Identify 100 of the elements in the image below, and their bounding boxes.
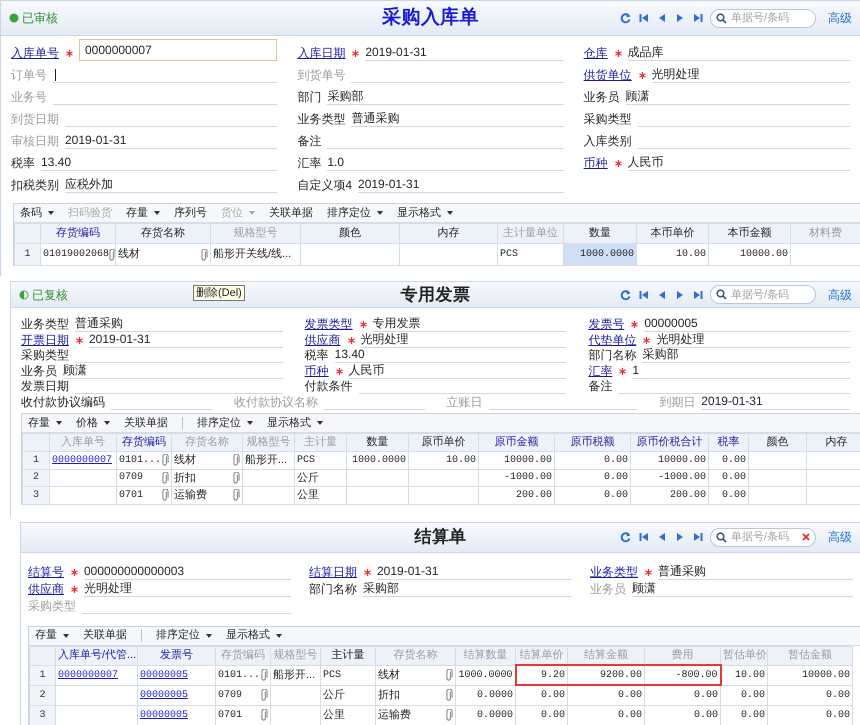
toolbar-button[interactable]: 显示格式 — [226, 627, 282, 644]
paperclip-icon[interactable] — [233, 472, 240, 484]
paperclip-icon[interactable] — [261, 689, 268, 701]
input-field[interactable]: 000000000000003 — [84, 564, 291, 580]
input-field[interactable]: 人民币 — [628, 155, 850, 171]
input-field[interactable]: 2019-01-31 — [89, 332, 283, 348]
toolbar-button[interactable]: 关联单据 — [124, 414, 168, 432]
input-field[interactable]: 光明处理 — [656, 332, 850, 348]
column-header[interactable]: 本币金额 — [708, 224, 790, 244]
field-label[interactable]: 发票号 — [588, 317, 624, 332]
toolbar-button[interactable]: 价格 — [76, 414, 110, 432]
input-field[interactable]: 光明处理 — [360, 332, 566, 348]
field-label[interactable]: 供应商 — [304, 332, 341, 348]
field-label[interactable]: 发票类型 — [304, 317, 353, 332]
toolbar-button[interactable]: 关联单据 — [269, 204, 313, 222]
last-page-icon[interactable] — [692, 531, 704, 543]
input-field[interactable]: 人民币 — [348, 362, 566, 378]
toolbar-button[interactable]: 序列号 — [174, 204, 207, 222]
field-label[interactable]: 汇率 — [588, 364, 612, 378]
first-page-icon[interactable] — [638, 288, 650, 301]
column-header[interactable]: 存货名称 — [116, 224, 210, 244]
input-field[interactable]: 13.40 — [41, 155, 278, 171]
field-label[interactable]: 供应商 — [28, 582, 64, 596]
refresh-icon[interactable] — [620, 12, 632, 24]
input-field[interactable]: 普通采购 — [351, 111, 564, 127]
field-label[interactable]: 币种 — [304, 364, 329, 378]
paperclip-icon[interactable] — [233, 454, 240, 466]
column-header[interactable]: 入库单号/代管... — [56, 646, 138, 665]
input-field[interactable]: 光明处理 — [652, 67, 850, 83]
input-field[interactable]: 普通采购 — [658, 564, 853, 580]
input-field[interactable] — [53, 69, 278, 83]
paperclip-icon[interactable] — [201, 248, 208, 260]
paperclip-icon[interactable] — [261, 709, 268, 721]
toolbar-button[interactable]: 存量 — [28, 414, 62, 432]
paperclip-icon[interactable] — [162, 472, 169, 484]
link[interactable]: 00000005 — [140, 688, 188, 702]
paperclip-icon[interactable] — [233, 489, 240, 502]
toolbar-button[interactable]: 存量 — [35, 627, 69, 644]
toolbar-button[interactable]: 显示格式 — [397, 204, 453, 222]
link[interactable]: 0000000007 — [52, 452, 112, 468]
toolbar-button[interactable]: 排序定位 — [327, 204, 383, 222]
input-field[interactable]: 0000000007 — [79, 39, 278, 61]
column-header[interactable]: 原币税额 — [554, 434, 630, 452]
input-field[interactable]: 采购部 — [363, 580, 572, 596]
field-label[interactable]: 供货单位 — [584, 68, 632, 83]
toolbar-button[interactable]: 关联单据 — [83, 627, 127, 644]
field-label[interactable]: 结算日期 — [309, 564, 357, 580]
link[interactable]: 00000005 — [140, 668, 188, 682]
column-header[interactable]: 原币金额 — [478, 434, 554, 452]
paperclip-icon[interactable] — [261, 669, 268, 681]
column-header[interactable]: 原币价税合计 — [630, 434, 708, 452]
field-label[interactable]: 开票日期 — [21, 332, 69, 348]
toolbar-button[interactable]: 排序定位 — [156, 627, 212, 644]
input-field[interactable]: 顾潇 — [632, 580, 853, 596]
paperclip-icon[interactable] — [446, 709, 453, 721]
last-page-icon[interactable] — [692, 12, 704, 24]
toolbar-button[interactable]: 排序定位 — [197, 414, 253, 432]
input-field[interactable]: 专用发票 — [372, 316, 566, 332]
paperclip-icon[interactable] — [162, 489, 169, 502]
paperclip-icon[interactable] — [109, 248, 114, 260]
input-field[interactable]: 2019-01-31 — [365, 45, 564, 61]
advanced-link[interactable]: 高级 — [828, 9, 852, 27]
input-field[interactable]: 光明处理 — [84, 580, 291, 596]
link[interactable]: 0000000007 — [58, 668, 118, 682]
toolbar-button[interactable]: 显示格式 — [267, 414, 323, 432]
link[interactable]: 00000005 — [140, 708, 188, 722]
paperclip-icon[interactable] — [446, 669, 453, 681]
field-label[interactable]: 币种 — [584, 156, 608, 171]
column-header[interactable]: 颜色 — [300, 224, 400, 244]
input-field[interactable]: 成品库 — [628, 45, 850, 61]
paperclip-icon[interactable] — [446, 689, 453, 701]
first-page-icon[interactable] — [638, 531, 650, 543]
field-label[interactable]: 仓库 — [584, 46, 608, 61]
input-field[interactable]: 2019-01-31 — [358, 177, 564, 193]
input-field[interactable]: 13.40 — [334, 347, 566, 363]
input-field[interactable]: 1 — [632, 362, 850, 378]
advanced-link[interactable]: 高级 — [828, 528, 852, 546]
clear-icon[interactable] — [802, 533, 810, 541]
last-page-icon[interactable] — [692, 288, 704, 301]
input-field[interactable]: 2019-01-31 — [65, 133, 278, 149]
input-field[interactable]: 应税外加 — [65, 177, 278, 193]
toolbar-button[interactable]: 条码 — [20, 204, 54, 222]
input-field[interactable]: 普通采购 — [75, 316, 283, 332]
column-header[interactable]: 发票号 — [138, 646, 216, 665]
first-page-icon[interactable] — [638, 12, 650, 24]
refresh-icon[interactable] — [620, 288, 632, 301]
column-header[interactable]: 主计量 — [320, 646, 376, 665]
input-field[interactable]: 顾潇 — [63, 362, 283, 378]
field-label[interactable]: 入库日期 — [297, 46, 346, 61]
input-field[interactable]: 2019-01-31 — [701, 394, 850, 410]
input-field[interactable]: 2019-01-31 — [377, 564, 572, 580]
input-field[interactable]: 顾潇 — [626, 89, 850, 105]
field-label[interactable]: 业务类型 — [590, 564, 638, 580]
input-field[interactable]: 采购部 — [327, 89, 564, 105]
field-label[interactable]: 代垫单位 — [588, 332, 636, 348]
field-label[interactable]: 入库单号 — [11, 46, 59, 61]
paperclip-icon[interactable] — [162, 454, 169, 466]
toolbar-button[interactable]: 存量 — [126, 204, 160, 222]
input-field[interactable]: 采购部 — [642, 347, 850, 363]
column-header[interactable]: 内存 — [400, 224, 498, 244]
